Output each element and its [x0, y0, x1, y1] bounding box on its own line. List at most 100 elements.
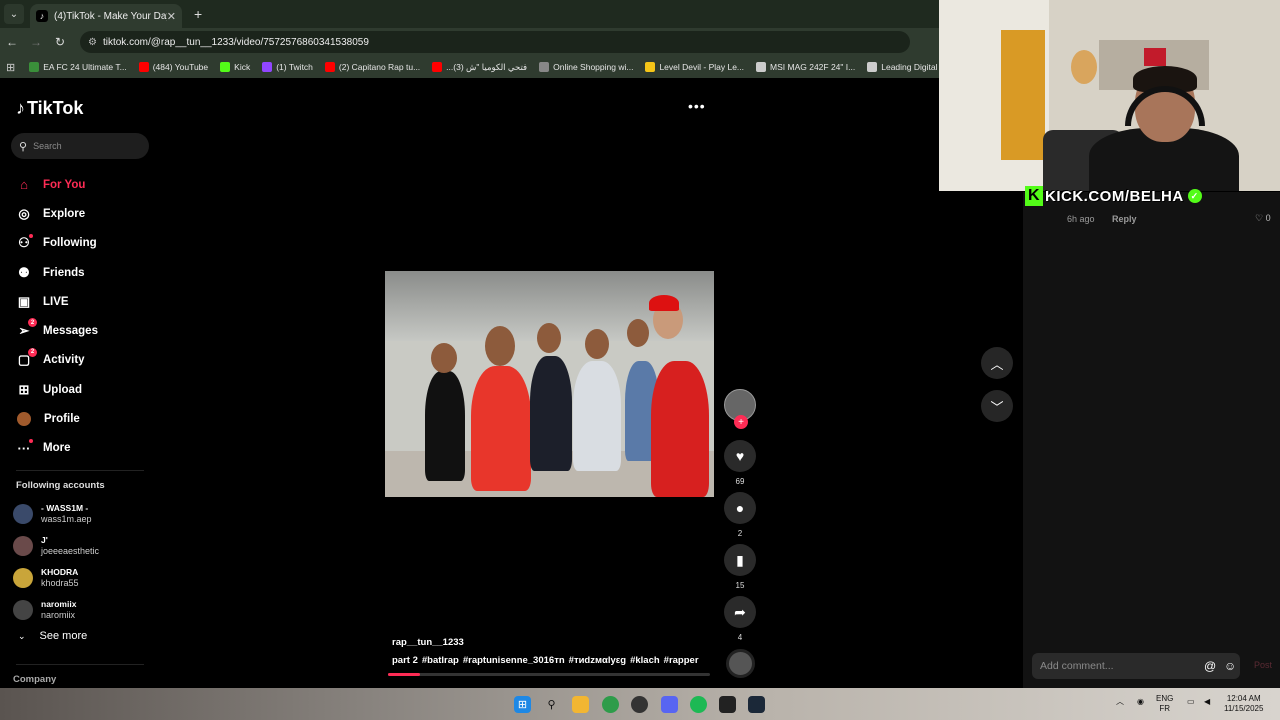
account-display-name: naromiix	[41, 599, 77, 609]
sidebar-item-activity[interactable]: ▢ 2 Activity	[16, 346, 98, 375]
webcam-guitar	[1071, 50, 1097, 84]
following-account[interactable]: naromiix naromiix	[13, 594, 99, 626]
steam-icon[interactable]	[748, 696, 765, 713]
site-info-icon[interactable]: ⚙	[88, 37, 97, 48]
avatar	[13, 568, 33, 588]
tab-list-button[interactable]: ⌄	[4, 4, 24, 24]
sidebar-item-label: Profile	[44, 413, 80, 426]
hashtag-link[interactable]: #batlrap	[422, 655, 459, 666]
close-tab-icon[interactable]: ✕	[167, 10, 176, 23]
comment-button[interactable]: ● 2	[724, 492, 756, 539]
share-count: 4	[737, 633, 743, 642]
tab-title: (4)TikTok - Make Your Day	[54, 10, 167, 22]
volume-icon[interactable]: ◀	[1204, 697, 1210, 707]
following-account[interactable]: - WASS1M - wass1m.aep	[13, 498, 99, 530]
account-names: J' joeeeaesthetic	[41, 535, 99, 557]
bookmark-item[interactable]: Kick	[220, 62, 250, 72]
add-comment-input[interactable]: Add comment... @ ☺	[1032, 653, 1240, 679]
video-author[interactable]: rap__tun__1233	[392, 637, 464, 648]
bookmark-item[interactable]: ...فتحي الكوميا "ش (3)	[432, 62, 527, 73]
hashtag-link[interactable]: #raptunisenne_3016тn	[463, 655, 565, 666]
spotify-icon[interactable]	[690, 696, 707, 713]
company-link[interactable]: Company	[13, 674, 56, 685]
creator-avatar[interactable]: +	[724, 389, 756, 429]
follow-plus-icon[interactable]: +	[734, 415, 748, 429]
reply-button[interactable]: Reply	[1112, 214, 1137, 224]
sidebar-item-live[interactable]: ▣ LIVE	[16, 287, 98, 316]
browser-tab-tiktok[interactable]: ♪ (4)TikTok - Make Your Day ✕	[30, 4, 182, 28]
bookmark-item[interactable]: MSI MAG 242F 24" I...	[756, 62, 855, 72]
language-indicator[interactable]: ENG FR	[1156, 694, 1173, 714]
bookmark-item[interactable]: Online Shopping wi...	[539, 62, 633, 72]
video-player[interactable]	[385, 271, 714, 497]
mention-icon[interactable]: @	[1204, 659, 1216, 673]
video-progress-bar[interactable]	[388, 673, 710, 676]
sidebar-item-more[interactable]: ··· More	[16, 434, 98, 463]
sidebar-item-following[interactable]: ⚇ Following	[16, 229, 98, 258]
hashtag-link[interactable]: #rapper	[664, 655, 699, 666]
sidebar-item-label: Explore	[43, 207, 86, 220]
bookmark-item[interactable]: Leading Digital Stor...	[867, 62, 940, 72]
bookmark-label: Level Devil - Play Le...	[659, 62, 745, 72]
reload-icon[interactable]: ↻	[48, 35, 72, 49]
sidebar-item-profile[interactable]: Profile	[16, 404, 98, 433]
emoji-icon[interactable]: ☺	[1224, 659, 1236, 673]
search-input[interactable]: ⚲ Search	[11, 133, 149, 159]
add-comment-placeholder: Add comment...	[1040, 660, 1114, 672]
post-button[interactable]: Post	[1254, 660, 1272, 670]
network-icon[interactable]: ▭	[1187, 697, 1195, 707]
comment-like[interactable]: ♡ 0	[1255, 213, 1271, 224]
bookmark-item[interactable]: (2) Capitano Rap tu...	[324, 62, 420, 72]
upload-icon: ⊞	[18, 381, 30, 397]
share-button[interactable]: ➦ 4	[724, 596, 756, 643]
microphone-icon[interactable]: ◉	[1137, 697, 1144, 707]
sidebar-item-friends[interactable]: ⚉ Friends	[16, 258, 98, 287]
back-arrow-icon[interactable]: ←	[0, 35, 24, 49]
see-more-button[interactable]: ⌄ See more	[18, 630, 87, 642]
sidebar-item-explore[interactable]: ◎ Explore	[16, 199, 98, 228]
forward-arrow-icon[interactable]: →	[24, 35, 48, 49]
next-video-button[interactable]: ﹀	[981, 390, 1013, 422]
bookmark-favicon-icon	[539, 62, 550, 72]
main-menu: ⌂ For You ◎ Explore ⚇ Following ⚉ Friends ▣ LIVE ➢…	[16, 170, 98, 463]
apps-grid-icon[interactable]: ⊞	[6, 61, 15, 74]
bookmark-favicon-icon	[29, 62, 40, 72]
bookmark-icon: ▮	[724, 544, 756, 576]
tray-chevron-icon[interactable]: ︿	[1116, 697, 1124, 707]
bookmark-item[interactable]: Level Devil - Play Le...	[645, 62, 744, 72]
chevron-down-icon: ﹀	[990, 399, 1004, 415]
sidebar-item-upload[interactable]: ⊞ Upload	[16, 375, 98, 404]
music-disc-icon[interactable]	[726, 649, 755, 678]
previous-video-button[interactable]: ︿	[981, 347, 1013, 379]
like-count: 69	[735, 477, 745, 486]
file-explorer-icon[interactable]	[572, 696, 589, 713]
chrome-icon[interactable]	[602, 696, 619, 713]
search-icon[interactable]: ⚲	[543, 696, 560, 713]
clock[interactable]: 12:04 AM 11/15/2025	[1224, 694, 1263, 714]
bookmark-item[interactable]: (484) YouTube	[138, 62, 208, 72]
obs-icon[interactable]	[631, 696, 648, 713]
discord-icon[interactable]	[661, 696, 678, 713]
notification-dot	[29, 233, 33, 238]
like-button[interactable]: ♥ 69	[724, 440, 756, 487]
epic-games-icon[interactable]	[719, 696, 736, 713]
bookmark-label: Leading Digital Stor...	[881, 62, 940, 72]
browser-tab-bar: ⌄ ♪ (4)TikTok - Make Your Day ✕ +	[0, 0, 940, 28]
following-account[interactable]: KHODRA khodra55	[13, 562, 99, 594]
tiktok-logo[interactable]: ♪ TikTok	[16, 98, 83, 119]
bookmark-label: (1) Twitch	[276, 62, 313, 72]
sidebar-item-messages[interactable]: ➢ 2 Messages	[16, 316, 98, 345]
save-button[interactable]: ▮ 15	[724, 544, 756, 591]
caption-text: part 2	[392, 655, 418, 666]
more-options-icon[interactable]: •••	[688, 98, 706, 114]
account-display-name: - WASS1M -	[41, 503, 89, 513]
address-bar[interactable]: ⚙ tiktok.com/@rap__tun__1233/video/75725…	[80, 31, 910, 53]
hashtag-link[interactable]: #тиdzмαlуεg	[569, 655, 626, 666]
bookmark-item[interactable]: (1) Twitch	[262, 62, 313, 72]
following-account[interactable]: J' joeeeaesthetic	[13, 530, 99, 562]
hashtag-link[interactable]: #klach	[630, 655, 660, 666]
new-tab-button[interactable]: +	[194, 6, 202, 22]
bookmark-item[interactable]: EA FC 24 Ultimate T...	[29, 62, 127, 72]
sidebar-item-for-you[interactable]: ⌂ For You	[16, 170, 98, 199]
windows-start-icon[interactable]: ⊞	[514, 696, 531, 713]
